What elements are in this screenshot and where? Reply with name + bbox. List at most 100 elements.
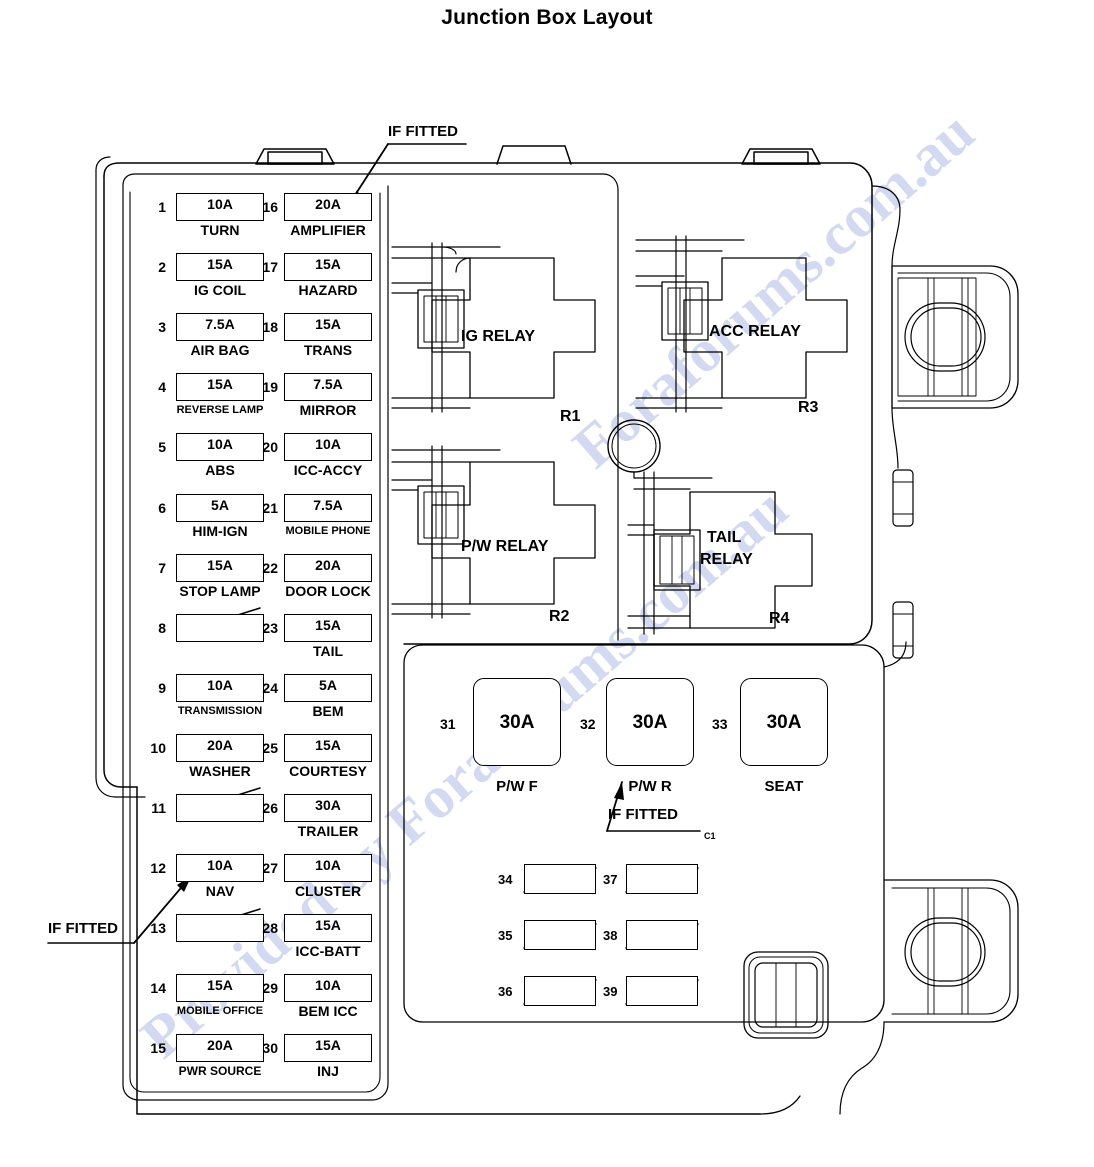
fuse-number-12: 12 [150, 860, 166, 877]
fuse-slot-1[interactable]: 10A [176, 193, 264, 221]
high-current-fuse-number-31: 31 [440, 716, 456, 732]
spare-slot-number-34: 34 [498, 872, 513, 887]
fuse-slot-29[interactable]: 10A [284, 974, 372, 1003]
spare-slot-number-38: 38 [603, 928, 618, 943]
high-current-fuse-label-31: P/W F [496, 778, 538, 795]
fuse-slot-4[interactable]: 15A [176, 373, 264, 402]
fuse-number-30: 30 [262, 1040, 278, 1057]
high-current-fuse-label-32: P/W R [628, 778, 672, 795]
fuse-slot-5[interactable]: 10A [176, 433, 264, 462]
fuse-number-28: 28 [262, 920, 278, 937]
fuse-number-26: 26 [262, 800, 278, 816]
spare-slot-34[interactable] [524, 864, 596, 894]
relay-id-r2: R2 [549, 608, 570, 625]
fuse-slot-17[interactable]: 15A [284, 253, 372, 282]
fuse-number-19: 19 [262, 379, 278, 396]
fuse-number-5: 5 [158, 439, 166, 456]
junction-box-diagram: Junction Box Layout Provided by Foraforu… [0, 0, 1094, 1167]
fuse-slot-10[interactable]: 20A [176, 733, 264, 762]
fuse-slot-28[interactable]: 15A [284, 914, 372, 943]
fuse-number-20: 20 [262, 439, 278, 456]
fuse-slot-15[interactable]: 20A [176, 1034, 264, 1063]
high-current-fuse-label-33: SEAT [764, 778, 804, 795]
fuse-slot-7[interactable]: 15A [176, 553, 264, 582]
fuse-label-17: HAZARD [298, 282, 358, 299]
relay-id-r3: R3 [798, 399, 819, 416]
fuse-number-16: 16 [262, 199, 278, 215]
fuse-slot-21[interactable]: 7.5A [284, 493, 372, 522]
fuse-slot-19[interactable]: 7.5A [284, 373, 372, 402]
high-current-fuse-number-33: 33 [712, 716, 728, 732]
spare-slot-number-39: 39 [603, 984, 618, 999]
fuse-number-11: 11 [151, 800, 166, 816]
spare-slot-35[interactable] [524, 920, 596, 950]
fuse-label-28: ICC-BATT [295, 943, 361, 960]
fuse-label-22: DOOR LOCK [285, 582, 371, 599]
bottom-connector [744, 952, 828, 1038]
relay-label-ig: IG RELAY [461, 328, 536, 345]
fuse-number-2: 2 [158, 259, 166, 276]
spare-slot-36[interactable] [524, 976, 596, 1006]
fuse-slot-30[interactable]: 15A [284, 1034, 372, 1063]
fuse-slot-9[interactable]: 10A [176, 673, 264, 702]
fuse-number-18: 18 [262, 319, 278, 336]
relay-id-r1: R1 [560, 408, 581, 425]
fuse-label-27: CLUSTER [294, 883, 362, 900]
relay-label-acc: ACC RELAY [709, 323, 801, 340]
callout-if-fitted-top: IF FITTED [388, 123, 458, 140]
high-current-fuse-slot-33[interactable]: 30A [740, 678, 828, 766]
fuse-slot-13[interactable] [176, 914, 264, 943]
fuse-slot-22[interactable]: 20A [284, 553, 372, 582]
fuse-label-18: TRANS [303, 342, 353, 359]
fuse-number-27: 27 [262, 860, 278, 877]
fuse-number-6: 6 [158, 499, 166, 516]
fuse-slot-11[interactable] [176, 794, 264, 822]
fuse-number-1: 1 [158, 199, 166, 215]
relay-id-r4: R4 [769, 610, 790, 627]
fuse-number-14: 14 [150, 980, 166, 997]
fuse-label-21: MOBILE PHONE [285, 524, 371, 537]
fuse-slot-25[interactable]: 15A [284, 733, 372, 762]
fuse-slot-2[interactable]: 15A [176, 253, 264, 282]
spare-slot-number-35: 35 [498, 928, 513, 943]
fuse-slot-24[interactable]: 5A [284, 673, 372, 702]
fuse-slot-23[interactable]: 15A [284, 613, 372, 642]
fuse-slot-20[interactable]: 10A [284, 433, 372, 462]
spare-slot-38[interactable] [626, 920, 698, 950]
fuse-number-22: 22 [262, 559, 278, 576]
relay-pw-r2 [392, 446, 595, 618]
high-current-fuse-slot-31[interactable]: 30A [473, 678, 561, 766]
fuse-slot-8[interactable] [176, 613, 264, 642]
fuse-slot-26[interactable]: 30A [284, 794, 372, 822]
relay-label-tail-line1: TAIL [707, 529, 742, 546]
fuse-label-20: ICC-ACCY [293, 462, 363, 479]
spare-slot-37[interactable] [626, 864, 698, 894]
fuse-label-26: TRAILER [297, 823, 359, 839]
spare-slot-39[interactable] [626, 976, 698, 1006]
relay-tail-r4 [608, 420, 812, 634]
right-side-tabs [893, 470, 913, 658]
lower-right-mounting-bracket [884, 880, 1018, 1022]
fuse-slot-12[interactable]: 10A [176, 854, 264, 883]
spare-slot-number-36: 36 [498, 984, 513, 999]
fuse-number-13: 13 [150, 920, 166, 937]
fuse-slot-18[interactable]: 15A [284, 313, 372, 342]
fuse-slot-27[interactable]: 10A [284, 854, 372, 883]
fuse-label-24: BEM [312, 702, 344, 719]
fuse-label-29: BEM ICC [298, 1003, 358, 1020]
spare-slot-number-37: 37 [603, 872, 618, 887]
fuse-number-7: 7 [158, 559, 166, 576]
relay-label-tail-line2: RELAY [700, 551, 753, 568]
fuse-number-25: 25 [262, 739, 278, 756]
fuse-number-15: 15 [150, 1040, 166, 1057]
connector-label-c1: C1 [704, 831, 716, 841]
fuse-number-4: 4 [158, 379, 166, 396]
high-current-fuse-slot-32[interactable]: 30A [606, 678, 694, 766]
high-current-fuse-number-32: 32 [580, 716, 596, 732]
upper-right-mounting-bracket [892, 266, 1018, 408]
fuse-slot-14[interactable]: 15A [176, 974, 264, 1003]
fuse-slot-6[interactable]: 5A [176, 493, 264, 522]
relay-label-pw: P/W RELAY [461, 538, 549, 555]
fuse-slot-16[interactable]: 20A [284, 193, 372, 221]
fuse-slot-3[interactable]: 7.5A [176, 313, 264, 342]
